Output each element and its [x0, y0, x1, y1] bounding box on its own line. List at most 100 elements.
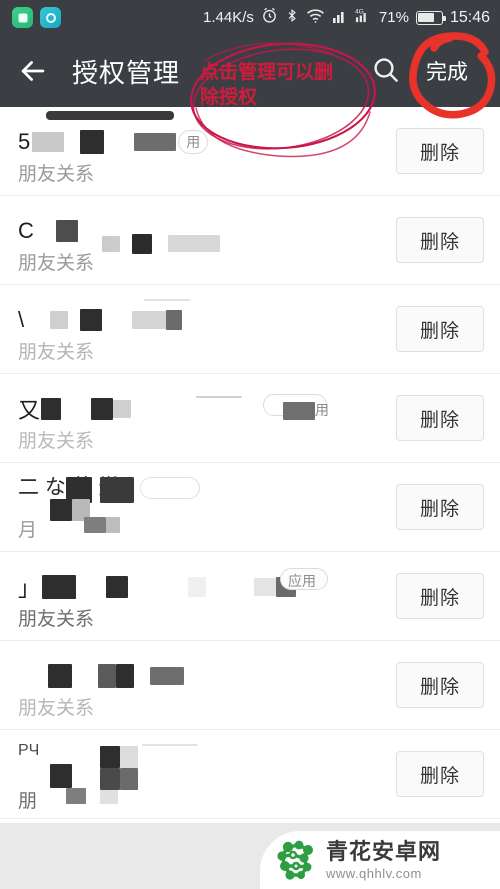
- redaction-block: [50, 499, 72, 521]
- redaction-block: [144, 299, 190, 301]
- done-button[interactable]: 完成: [414, 50, 480, 92]
- row-content: \ 朋友关系: [18, 285, 396, 373]
- authorization-list: 5 用 朋友关系 删除 C 朋友关系 删除 \ 朋友关系 删除 又 朋友关系 用…: [0, 107, 500, 819]
- row-content: 二 な 芸 燃 月: [18, 463, 396, 551]
- redaction-block: [91, 398, 114, 420]
- network-speed: 1.44K/s: [203, 9, 254, 26]
- phone-screen: 1.44K/s 4G 71% 15:46 授权管理 完成 5 用 朋友关系 删除…: [0, 0, 500, 889]
- row-content: 5 用 朋友关系: [18, 107, 396, 195]
- status-bar-app-icons: [12, 7, 61, 28]
- green-app-icon: [12, 7, 33, 28]
- redaction-block: [98, 664, 116, 688]
- row-title: \: [18, 307, 396, 333]
- delete-button[interactable]: 删除: [396, 217, 484, 263]
- app-toolbar: 授权管理 完成: [0, 35, 500, 107]
- watermark-text: 青花安卓网 www.qhhlv.com: [326, 838, 442, 880]
- redaction-block: [150, 667, 184, 685]
- redaction-block: [48, 664, 72, 688]
- battery-percent: 71%: [378, 9, 409, 26]
- redaction-block: [50, 311, 69, 329]
- battery-icon: [415, 10, 446, 25]
- redaction-block: [100, 790, 118, 804]
- qinghua-logo-icon: [274, 839, 318, 881]
- table-row[interactable]: C 朋友关系 删除: [0, 196, 500, 285]
- delete-button[interactable]: 删除: [396, 662, 484, 708]
- delete-button[interactable]: 删除: [396, 306, 484, 352]
- row-title: [18, 663, 396, 689]
- delete-button[interactable]: 删除: [396, 573, 484, 619]
- row-title: 」: [18, 574, 396, 600]
- signal-bars-icon: [332, 8, 348, 28]
- status-bar-indicators: 1.44K/s 4G 71% 15:46: [203, 7, 490, 28]
- row-title: РЧ: [18, 738, 396, 764]
- table-row[interactable]: 」 应用 朋友关系 删除: [0, 552, 500, 641]
- redaction-block: [166, 310, 183, 330]
- row-subtitle: 朋友关系: [18, 431, 95, 452]
- delete-button[interactable]: 删除: [396, 484, 484, 530]
- row-title: 5 用: [18, 129, 396, 155]
- row-title-text: 5: [18, 129, 31, 154]
- row-subtitle: 朋友关系: [18, 698, 95, 719]
- redaction-block: [106, 576, 129, 598]
- redaction-block: [283, 402, 315, 420]
- row-content: 朋友关系: [18, 641, 396, 729]
- row-subtitle: 朋友关系: [18, 609, 95, 630]
- table-row[interactable]: 朋友关系 删除: [0, 641, 500, 730]
- row-subtitle: 朋友关系: [18, 164, 95, 185]
- row-tag-outline: [140, 477, 200, 499]
- redaction-block: [41, 398, 62, 420]
- row-subtitle: 月: [18, 520, 38, 541]
- delete-button[interactable]: 删除: [396, 128, 484, 174]
- redaction-block: [66, 788, 86, 804]
- redaction-block: [120, 746, 138, 768]
- delete-button[interactable]: 删除: [396, 395, 484, 441]
- redaction-block: [80, 130, 105, 154]
- row-content: C 朋友关系: [18, 196, 396, 284]
- redaction-block: [80, 309, 103, 331]
- row-title-text: 」: [18, 576, 41, 600]
- search-icon[interactable]: [370, 54, 404, 88]
- redaction-block: [132, 234, 152, 254]
- table-row[interactable]: 二 な 芸 燃 月 删除: [0, 463, 500, 552]
- row-content: 又 朋友关系 用: [18, 374, 396, 462]
- redaction-block: [100, 477, 134, 503]
- 4g-signal-icon: 4G: [355, 7, 372, 28]
- redaction-block: [132, 311, 167, 329]
- bluetooth-icon: [285, 7, 299, 28]
- row-title: 又: [18, 396, 396, 422]
- cyan-app-icon: [40, 7, 61, 28]
- row-title-text: РЧ: [18, 742, 40, 759]
- row-tag: 应用: [288, 573, 316, 589]
- table-row[interactable]: РЧ 朋 删除: [0, 730, 500, 819]
- redaction-block: [100, 746, 120, 768]
- row-tag: 用: [178, 130, 209, 154]
- clock-time: 15:46: [449, 8, 490, 26]
- table-row[interactable]: \ 朋友关系 删除: [0, 285, 500, 374]
- redaction-block: [120, 768, 138, 790]
- redaction-block: [142, 744, 198, 746]
- table-row[interactable]: 又 朋友关系 用 删除: [0, 374, 500, 463]
- redaction-block: [134, 133, 177, 151]
- status-bar: 1.44K/s 4G 71% 15:46: [0, 0, 500, 35]
- redaction-block: [102, 236, 120, 252]
- watermark: 青花安卓网 www.qhhlv.com: [260, 831, 500, 889]
- svg-text:4G: 4G: [355, 9, 364, 16]
- row-title-text: 又: [18, 398, 41, 422]
- row-tag: 用: [315, 402, 329, 418]
- redaction-block: [196, 396, 242, 398]
- back-arrow-icon[interactable]: [16, 54, 50, 88]
- watermark-site-name: 青花安卓网: [326, 838, 442, 864]
- table-row[interactable]: 5 用 朋友关系 删除: [0, 107, 500, 196]
- redaction-block: [46, 111, 174, 120]
- redaction-block: [32, 132, 65, 152]
- row-subtitle: 朋友关系: [18, 253, 95, 274]
- redaction-block: [50, 764, 72, 788]
- delete-button[interactable]: 删除: [396, 751, 484, 797]
- redaction-block: [168, 235, 220, 252]
- footer-bar: 青花安卓网 www.qhhlv.com: [0, 823, 500, 889]
- row-title-text: C: [18, 218, 34, 243]
- redaction-block: [55, 220, 78, 242]
- row-content: 」 应用 朋友关系: [18, 552, 396, 640]
- row-subtitle: 朋友关系: [18, 342, 95, 363]
- redaction-block: [100, 768, 120, 790]
